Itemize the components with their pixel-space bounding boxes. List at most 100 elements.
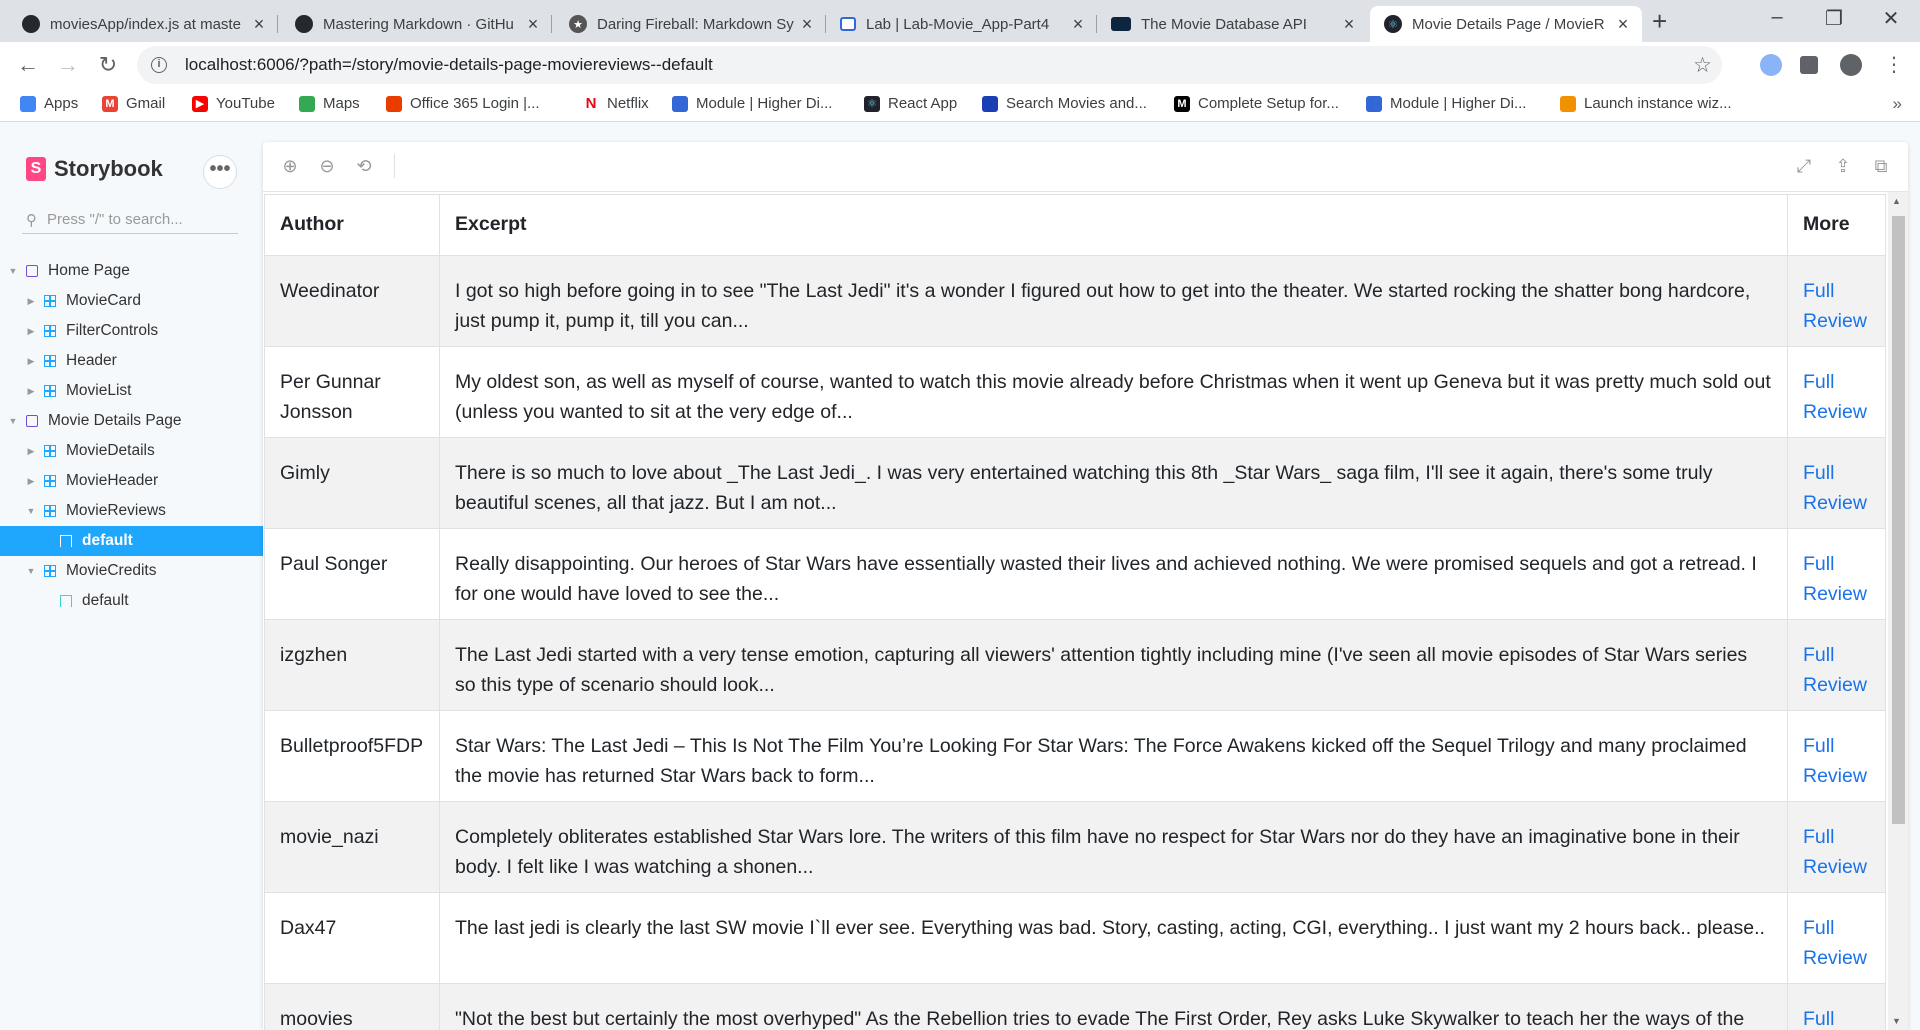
full-review-link[interactable]: Full Review — [1803, 917, 1867, 969]
zoom-reset-icon[interactable]: ⟲ — [353, 156, 375, 177]
full-review-link[interactable]: Full Review — [1803, 462, 1867, 514]
close-icon[interactable]: × — [250, 14, 268, 35]
copy-link-icon[interactable]: ⧉ — [1870, 156, 1892, 177]
bookmark-apps[interactable]: Apps — [20, 95, 78, 112]
module-icon — [1366, 95, 1382, 112]
close-icon[interactable]: × — [1340, 14, 1358, 35]
browser-tab[interactable]: ★ Daring Fireball: Markdown Sy × — [555, 6, 826, 42]
puzzle-icon[interactable] — [1800, 56, 1818, 74]
close-icon[interactable]: × — [798, 14, 816, 35]
new-tab-button[interactable]: + — [1652, 8, 1667, 34]
browser-tab[interactable]: The Movie Database API × — [1097, 6, 1368, 42]
browser-tab-active[interactable]: ⚛ Movie Details Page / MovieR × — [1370, 6, 1642, 42]
browser-tab[interactable]: moviesApp/index.js at maste × — [8, 6, 278, 42]
full-review-link[interactable]: Full Review — [1803, 826, 1867, 878]
maximize-icon[interactable]: ❐ — [1819, 6, 1849, 31]
review-author: moovies — [264, 983, 440, 1030]
tree-component-moviedetails[interactable]: ▶ MovieDetails — [0, 436, 263, 466]
tree-component-moviecard[interactable]: ▶ MovieCard — [0, 286, 263, 316]
review-author: Gimly — [264, 437, 440, 529]
component-icon — [44, 385, 56, 397]
full-review-link[interactable]: Full Review — [1803, 644, 1867, 696]
tree-component-moviereviews[interactable]: ▼ MovieReviews — [0, 496, 263, 526]
tree-label: MovieDetails — [66, 442, 155, 459]
bookmark-module-2[interactable]: Module | Higher Di... — [1366, 95, 1526, 112]
sidebar-menu-button[interactable]: ••• — [203, 155, 237, 189]
table-row: movie_nazi Completely obliterates establ… — [264, 801, 1886, 893]
bookmark-icon — [60, 535, 72, 547]
office-icon — [386, 95, 402, 112]
share-icon[interactable]: ⇪ — [1832, 156, 1854, 177]
minimize-icon[interactable]: – — [1762, 6, 1792, 29]
storybook-app: S Storybook ••• ⚲ Press "/" to search...… — [0, 122, 1920, 1030]
bookmark-youtube[interactable]: ▶ YouTube — [192, 95, 275, 112]
address-bar[interactable]: i localhost:6006/?path=/story/movie-deta… — [137, 46, 1722, 84]
tree-component-filtercontrols[interactable]: ▶ FilterControls — [0, 316, 263, 346]
search-input[interactable]: ⚲ Press "/" to search... — [22, 206, 238, 234]
back-icon[interactable]: ← — [14, 52, 42, 78]
zoom-out-icon[interactable]: ⊖ — [316, 156, 338, 177]
toolbar-divider — [394, 154, 395, 178]
bookmark-label: Complete Setup for... — [1198, 95, 1339, 112]
tree-component-movielist[interactable]: ▶ MovieList — [0, 376, 263, 406]
info-icon[interactable]: i — [151, 57, 167, 73]
tree-component-movieheader[interactable]: ▶ MovieHeader — [0, 466, 263, 496]
bookmark-search-movies[interactable]: Search Movies and... — [982, 95, 1147, 112]
bookmarks-overflow-button[interactable]: » — [1893, 94, 1902, 114]
bookmark-netflix[interactable]: N Netflix — [583, 95, 649, 112]
scroll-down-arrow-icon[interactable]: ▼ — [1892, 1016, 1901, 1026]
full-review-link[interactable]: Full Review — [1803, 553, 1867, 605]
tab-title: Lab | Lab-Movie_App-Part4 — [866, 15, 1050, 33]
close-icon[interactable]: × — [1069, 14, 1087, 35]
tree-folder-home-page[interactable]: ▼ Home Page — [0, 256, 263, 286]
review-excerpt: I got so high before going in to see "Th… — [439, 255, 1788, 347]
bookmark-maps[interactable]: Maps — [299, 95, 360, 112]
story-canvas: Author Excerpt More Weedinator I got so … — [263, 192, 1908, 1030]
tree-component-header[interactable]: ▶ Header — [0, 346, 263, 376]
kebab-menu-icon[interactable]: ⋮ — [1880, 52, 1908, 77]
bookmark-label: Module | Higher Di... — [696, 95, 833, 112]
bookmark-star-icon[interactable]: ☆ — [1693, 53, 1712, 78]
tree-component-moviecredits[interactable]: ▼ MovieCredits — [0, 556, 263, 586]
tree-folder-movie-details-page[interactable]: ▼ Movie Details Page — [0, 406, 263, 436]
review-excerpt: Star Wars: The Last Jedi – This Is Not T… — [439, 710, 1788, 802]
reload-icon[interactable]: ↻ — [94, 52, 122, 78]
bookmark-label: YouTube — [216, 95, 275, 112]
tab-title: The Movie Database API — [1141, 15, 1307, 33]
forward-icon[interactable]: → — [54, 52, 82, 78]
zoom-in-icon[interactable]: ⊕ — [279, 156, 301, 177]
review-excerpt: The Last Jedi started with a very tense … — [439, 619, 1788, 711]
browser-tab[interactable]: Lab | Lab-Movie_App-Part4 × — [826, 6, 1097, 42]
bookmark-react-app[interactable]: ⚛ React App — [864, 95, 957, 112]
url-text[interactable]: localhost:6006/?path=/story/movie-detail… — [185, 55, 713, 75]
bookmark-gmail[interactable]: M Gmail — [102, 95, 165, 112]
tree-story-moviecredits-default[interactable]: default — [0, 586, 263, 616]
profile-icon[interactable] — [1840, 54, 1862, 76]
canvas-scrollbar[interactable]: ▲ ▼ — [1888, 192, 1908, 1030]
fullscreen-icon[interactable]: ⤢ — [1793, 156, 1815, 177]
close-icon[interactable]: × — [1614, 14, 1632, 35]
full-review-link[interactable]: Full Review — [1803, 280, 1867, 332]
full-review-link[interactable]: Full Review — [1803, 735, 1867, 787]
bookmark-complete-setup[interactable]: M Complete Setup for... — [1174, 95, 1339, 112]
full-review-link[interactable]: Full — [1803, 1008, 1834, 1030]
close-window-icon[interactable]: ✕ — [1876, 6, 1906, 31]
full-review-link[interactable]: Full Review — [1803, 371, 1867, 423]
storybook-brand[interactable]: S Storybook — [26, 156, 163, 182]
tree-label: MovieCredits — [66, 562, 157, 579]
scroll-up-arrow-icon[interactable]: ▲ — [1892, 196, 1901, 206]
tree-story-moviereviews-default[interactable]: default — [0, 526, 263, 556]
close-icon[interactable]: × — [524, 14, 542, 35]
table-row: Gimly There is so much to love about _Th… — [264, 437, 1886, 529]
component-icon — [44, 325, 56, 337]
extension-icon[interactable] — [1760, 54, 1782, 76]
review-more-cell: Full Review — [1787, 801, 1886, 893]
scrollbar-thumb[interactable] — [1892, 216, 1905, 824]
bookmark-launch-instance[interactable]: Launch instance wiz... — [1560, 95, 1732, 112]
bookmark-office365[interactable]: Office 365 Login |... — [386, 95, 540, 112]
header-author: Author — [264, 194, 440, 256]
review-more-cell: Full Review — [1787, 255, 1886, 347]
review-more-cell: Full Review — [1787, 528, 1886, 620]
browser-tab[interactable]: Mastering Markdown · GitHu × — [281, 6, 552, 42]
bookmark-module[interactable]: Module | Higher Di... — [672, 95, 832, 112]
